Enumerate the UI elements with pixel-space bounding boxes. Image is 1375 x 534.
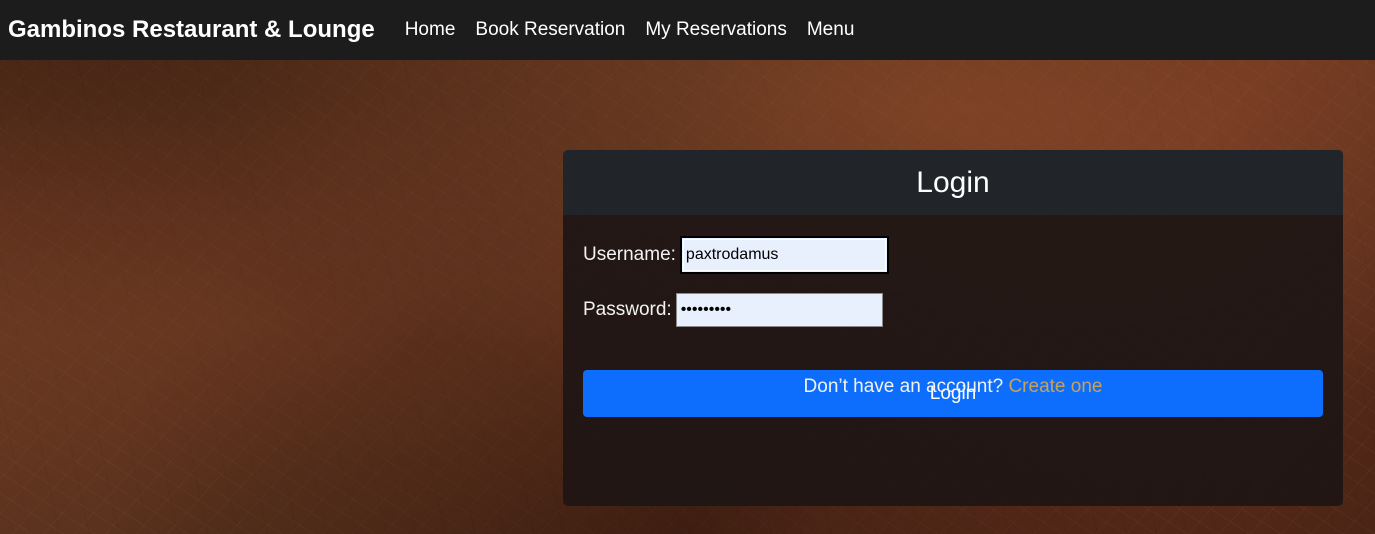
username-input[interactable] [679, 236, 889, 274]
create-account-link[interactable]: Create one [1008, 376, 1102, 397]
nav-link-book-reservation[interactable]: Book Reservation [475, 19, 625, 41]
nav-link-menu[interactable]: Menu [807, 19, 855, 41]
brand-link[interactable]: Gambinos Restaurant & Lounge [8, 16, 375, 44]
signup-prompt: Don’t have an account? Create one [563, 376, 1343, 398]
signup-prompt-text: Don’t have an account? [803, 376, 1004, 397]
username-label: Username: [583, 244, 676, 265]
nav-link-my-reservations[interactable]: My Reservations [645, 19, 787, 41]
nav-link-home[interactable]: Home [405, 19, 456, 41]
top-navbar: Gambinos Restaurant & Lounge Home Book R… [0, 0, 1375, 60]
nav-links: Home Book Reservation My Reservations Me… [405, 19, 875, 41]
password-label: Password: [583, 299, 672, 320]
password-row: Password: [583, 293, 883, 327]
password-input[interactable] [675, 293, 883, 327]
username-row: Username: [583, 236, 889, 274]
login-card: Login Username: Password: Login Don’t ha… [563, 150, 1343, 506]
login-card-header: Login [563, 150, 1343, 215]
login-title: Login [916, 165, 990, 199]
